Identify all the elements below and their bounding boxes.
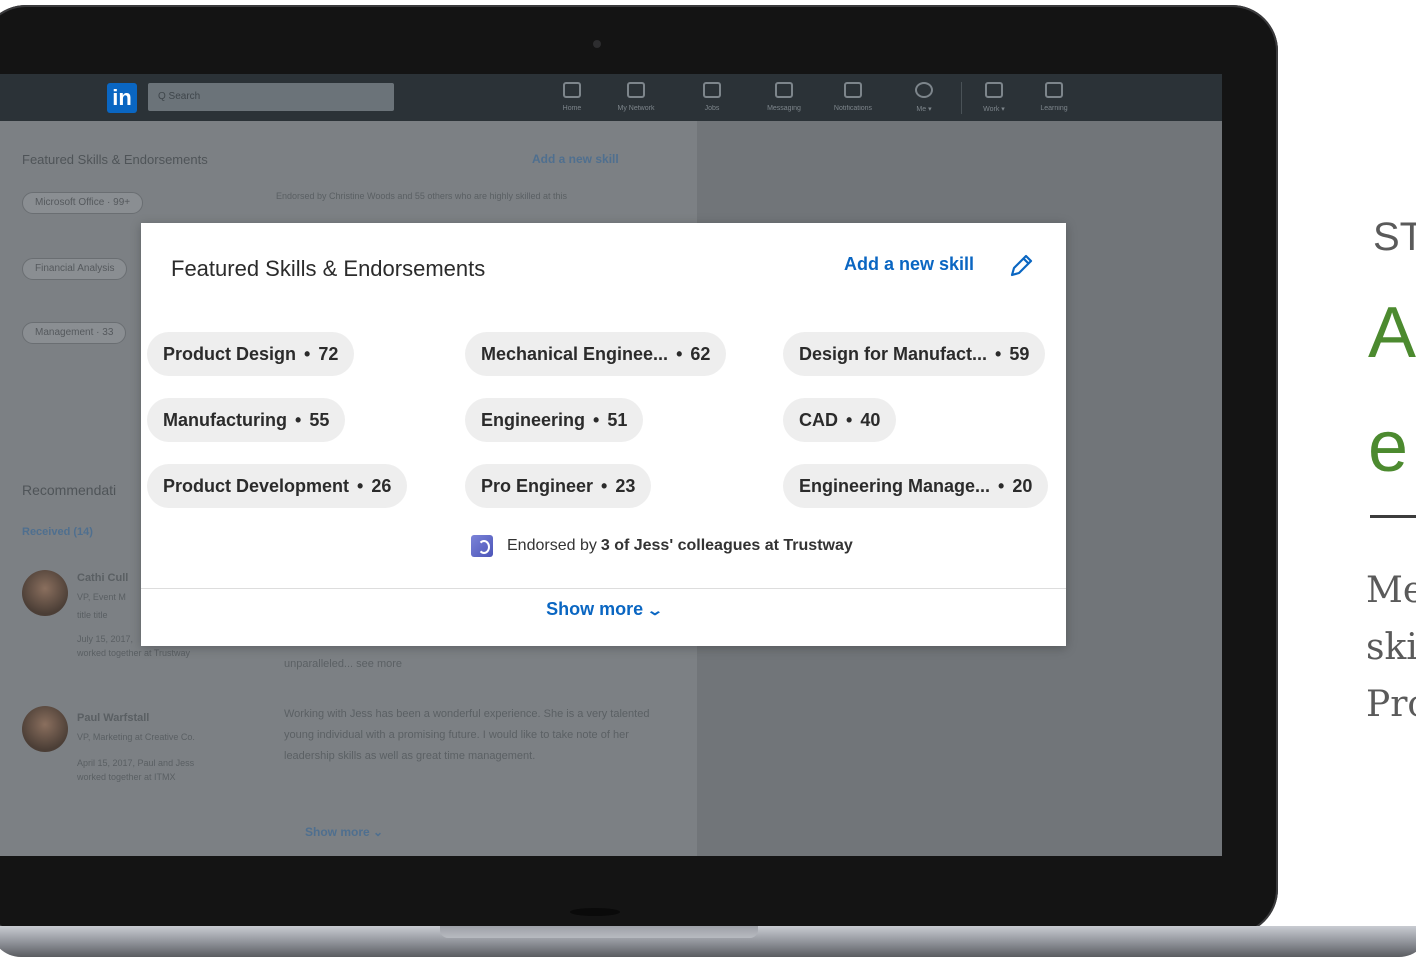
- skill-count: 72: [318, 344, 339, 364]
- add-new-skill-link[interactable]: Add a new skill: [844, 254, 974, 275]
- body-line-3: Pro: [1366, 684, 1416, 725]
- home-icon: [563, 82, 581, 98]
- skill-name: Product Design: [163, 344, 297, 364]
- body-line-2: ski: [1366, 627, 1416, 668]
- briefcase-icon: [703, 82, 721, 98]
- recommendation-relation: worked together at ITMX: [77, 772, 176, 782]
- laptop-base-notch: [440, 926, 758, 938]
- background-skill-pill[interactable]: Financial Analysis: [22, 258, 128, 280]
- recommendation-quote: unparalleled... see more: [284, 658, 403, 670]
- pencil-icon[interactable]: [1006, 251, 1036, 281]
- headline-rule: [1370, 515, 1416, 518]
- skill-chip[interactable]: Design for Manufact... • 59: [783, 332, 1046, 376]
- skill-name: Manufacturing: [163, 410, 287, 430]
- linkedin-logo[interactable]: in: [107, 83, 137, 113]
- skill-name: Design for Manufact...: [799, 344, 988, 364]
- skill-count: 59: [1009, 344, 1030, 364]
- skill-name: Pro Engineer: [481, 476, 594, 496]
- show-more-label: Show more: [546, 599, 644, 619]
- endorsement-summary: Endorsed by 3 of Jess' colleagues at Tru…: [471, 533, 853, 559]
- top-nav: in Q Search Home My Network Jobs Messagi…: [0, 74, 1222, 121]
- skill-name: Product Development: [163, 476, 350, 496]
- nav-label: Learning: [1040, 105, 1068, 112]
- chevron-down-icon: ⌄: [646, 602, 664, 618]
- nav-label: Home: [562, 105, 582, 112]
- background-received-tab[interactable]: Received (14): [22, 526, 93, 538]
- skill-chip[interactable]: Mechanical Enginee... • 62: [465, 332, 727, 376]
- background-card-title: Featured Skills & Endorsements: [22, 152, 208, 167]
- featured-skills-modal: Featured Skills & Endorsements Add a new…: [141, 223, 1066, 646]
- avatar-icon: [915, 82, 933, 98]
- nav-label: Me ▾: [916, 106, 932, 113]
- background-skill-pill[interactable]: Microsoft Office · 99+: [22, 192, 144, 214]
- skill-count: 40: [860, 410, 881, 430]
- recommender-title: VP, Marketing at Creative Co.: [77, 732, 195, 742]
- nav-my-network[interactable]: My Network: [612, 82, 660, 112]
- nav-divider: [961, 82, 962, 114]
- background-recommendations-title: Recommendati: [22, 482, 117, 498]
- skill-name: CAD: [799, 410, 838, 430]
- skill-count: 51: [607, 410, 628, 430]
- skill-count: 20: [1012, 476, 1033, 496]
- endorsed-by-colleagues[interactable]: 3 of Jess' colleagues at Trustway: [601, 537, 853, 555]
- skill-name: Engineering Manage...: [799, 476, 991, 496]
- recommender-name[interactable]: Paul Warfstall: [77, 712, 149, 724]
- nav-me[interactable]: Me ▾: [900, 82, 948, 113]
- skill-chip[interactable]: Engineering Manage... • 20: [783, 464, 1049, 508]
- skill-chip[interactable]: Engineering • 51: [465, 398, 644, 442]
- step-label: ST: [1373, 215, 1416, 259]
- nav-label: Jobs: [704, 105, 720, 112]
- bell-icon: [844, 82, 862, 98]
- skill-name: Engineering: [481, 410, 586, 430]
- messaging-icon: [775, 82, 793, 98]
- nav-jobs[interactable]: Jobs: [688, 82, 736, 112]
- recommender-subtitle: title title: [77, 610, 108, 620]
- skill-chip[interactable]: CAD • 40: [783, 398, 897, 442]
- nav-label: Messaging: [767, 105, 801, 112]
- search-input[interactable]: Q Search: [148, 83, 394, 111]
- skill-count: 55: [309, 410, 330, 430]
- headline-line-2: e: [1368, 407, 1409, 487]
- skill-count: 62: [690, 344, 711, 364]
- recommender-title: VP, Event M: [77, 592, 126, 602]
- skill-count: 23: [615, 476, 636, 496]
- recommendation-date: April 15, 2017, Paul and Jess: [77, 758, 195, 768]
- recommendation-date: July 15, 2017,: [77, 634, 134, 644]
- recommendation-quote: Working with Jess has been a wonderful e…: [284, 708, 650, 762]
- divider: [141, 588, 1066, 589]
- modal-title: Featured Skills & Endorsements: [171, 256, 486, 281]
- nav-learning[interactable]: Learning: [1030, 82, 1078, 112]
- show-more-button[interactable]: Show more ⌄: [141, 599, 1066, 620]
- background-skill-pill[interactable]: Management · 33: [22, 322, 127, 344]
- headline-line-1: A: [1368, 293, 1416, 373]
- play-icon: [1045, 82, 1063, 98]
- avatar: [22, 706, 68, 752]
- nav-label: My Network: [617, 105, 655, 112]
- nav-label: Notifications: [833, 105, 873, 112]
- skill-chip[interactable]: Product Design • 72: [147, 332, 355, 376]
- avatar: [22, 570, 68, 616]
- skill-chip[interactable]: Pro Engineer • 23: [465, 464, 652, 508]
- endorsed-by-prefix: Endorsed by: [507, 537, 597, 554]
- grid-icon: [985, 82, 1003, 98]
- nav-home[interactable]: Home: [548, 82, 596, 112]
- background-add-skill-link[interactable]: Add a new skill: [532, 152, 619, 166]
- camera-dot: [593, 40, 601, 48]
- nav-messaging[interactable]: Messaging: [760, 82, 808, 112]
- nav-work[interactable]: Work ▾: [970, 82, 1018, 113]
- skill-name: Mechanical Enginee...: [481, 344, 669, 364]
- background-show-more[interactable]: Show more ⌄: [305, 825, 383, 839]
- body-line-1: Me: [1366, 570, 1416, 611]
- background-endorsement-text: Endorsed by Christine Woods and 55 other…: [276, 191, 567, 201]
- recommendation-relation: worked together at Trustway: [77, 648, 191, 658]
- skill-count: 26: [371, 476, 392, 496]
- network-icon: [627, 82, 645, 98]
- nav-notifications[interactable]: Notifications: [822, 82, 884, 112]
- recommender-name[interactable]: Cathi Cull: [77, 572, 128, 584]
- skill-chip[interactable]: Manufacturing • 55: [147, 398, 346, 442]
- skill-chip[interactable]: Product Development • 26: [147, 464, 408, 508]
- laptop-hinge: [570, 908, 620, 916]
- nav-label: Work ▾: [983, 106, 1005, 113]
- company-logo-icon: [471, 535, 493, 557]
